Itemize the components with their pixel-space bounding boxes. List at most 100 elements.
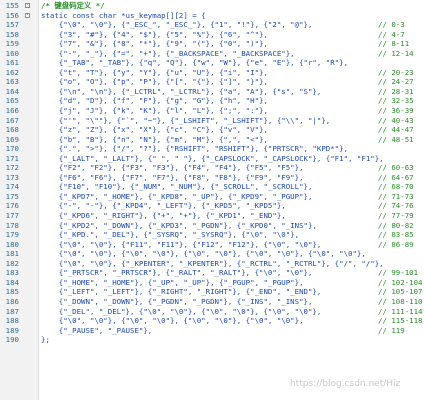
code-line[interactable]: 171 {"_LALT", "_LALT"}, {" ", " "}, {"_C… <box>0 154 425 164</box>
line-comment: // 108-110 <box>378 296 423 306</box>
code-line[interactable]: 173 {"F6", "F6"}, {"F7", "F7"}, {"F8", "… <box>0 173 425 183</box>
line-number: 184 <box>5 277 19 287</box>
line-comment: // 8-11 <box>378 39 410 49</box>
code-line[interactable]: 180 {"\0", "\0"}, {"F11", "F11"}, {"F12"… <box>0 240 425 250</box>
line-number: 171 <box>5 153 19 163</box>
line-comment: // 48-51 <box>378 134 414 144</box>
line-number: 168 <box>5 125 19 135</box>
line-number: 165 <box>5 96 19 106</box>
code-line[interactable]: 158 {"3", "#"}, {"4", "$"}, {"5", "%"}, … <box>0 30 425 40</box>
line-comment: // 99-101 <box>378 268 419 278</box>
line-comment: // 28-31 <box>378 86 414 96</box>
fold-toggle-icon[interactable]: - <box>25 12 30 18</box>
code-text: {"\0", "\0"}, {"_KPENTER", "_KPENTER"}, … <box>41 258 384 268</box>
code-line[interactable]: 168 {"z", "Z"}, {"x", "X"}, {"c", "C"}, … <box>0 125 425 135</box>
code-text: {"o", "O"}, {"p", "P"}, {"[", "{"}, {"]"… <box>41 77 268 87</box>
code-text: {"_DEL", "_DEL"}, {"\0", "\0"}, {"\0", "… <box>41 306 322 316</box>
code-line[interactable]: 169 {"b", "B"}, {"n", "N"}, {"m", "M"}, … <box>0 135 425 145</box>
line-number: 185 <box>5 287 19 297</box>
code-text: }; <box>41 335 50 345</box>
line-comment: // 115-118 <box>378 316 423 326</box>
code-line[interactable]: 160 {"-", "_"}, {"=", "+"}, {"_BACKSPACE… <box>0 49 425 59</box>
code-line[interactable]: 185 {"_LEFT", "_LEFT"}, {"_RIGHT", "_RIG… <box>0 287 425 297</box>
line-comment: // 60-63 <box>378 163 414 173</box>
line-comment: // 64-67 <box>378 172 414 182</box>
line-comment: // 105-107 <box>378 287 423 297</box>
code-text: {"7", "&"}, {"8", "*"}, {"9", "("}, {"0"… <box>41 39 268 49</box>
code-text: {"F10", "F10"}, {"_NUM", "_NUM"}, {"_SCR… <box>41 182 313 192</box>
code-line[interactable]: 177 {"_KPD6", "_RIGHT"}, {"+", "+"}, {"_… <box>0 211 425 221</box>
code-text: {"3", "#"}, {"4", "$"}, {"5", "%"}, {"6"… <box>41 29 268 39</box>
line-number: 179 <box>5 230 19 240</box>
line-comment: // 80-82 <box>378 220 414 230</box>
line-comment: // 119 <box>378 325 405 335</box>
line-number: 160 <box>5 48 19 58</box>
line-number: 181 <box>5 249 19 259</box>
code-line[interactable]: 164 {"\n", "\n"}, {"_LCTRL", "_LCTRL"}, … <box>0 87 425 97</box>
code-line[interactable]: 183 {"_PRTSCR", "_PRTSCR"}, {"_RALT", "_… <box>0 268 425 278</box>
code-text: {"_KPD7", "_HOME"}, {"_KPD8", "_UP"}, {"… <box>41 191 313 201</box>
line-number: 187 <box>5 306 19 316</box>
code-line[interactable]: 155 - /* 键盘码定义 */ <box>0 1 425 11</box>
code-text: {"_KPD6", "_RIGHT"}, {"+", "+"}, {"_KPD1… <box>41 211 286 221</box>
code-line[interactable]: 190}; <box>0 335 425 345</box>
code-text: {"t", "T"}, {"y", "Y"}, {"u", "U"}, {"i"… <box>41 67 268 77</box>
code-line[interactable]: 187 {"_DEL", "_DEL"}, {"\0", "\0"}, {"\0… <box>0 307 425 317</box>
line-number: 188 <box>5 316 19 326</box>
line-number: 169 <box>5 134 19 144</box>
line-number: 167 <box>5 115 19 125</box>
code-text: {"'", "\""}, {"`", "~"}, {"_LSHIFT", "_L… <box>41 115 331 125</box>
line-number: 166 <box>5 106 19 116</box>
code-line[interactable]: 181 {"\0", "\0"}, {"\0", "\0"}, {"\0", "… <box>0 249 425 259</box>
line-number: 157 <box>5 20 19 30</box>
line-number: 159 <box>5 39 19 49</box>
code-line[interactable]: 186 {"_DOWN", "_DOWN"}, {"_PGDN", "_PGDN… <box>0 297 425 307</box>
code-line[interactable]: 161 {"_TAB", "_TAB"}, {"q", "Q"}, {"w", … <box>0 58 425 68</box>
line-number: 172 <box>5 163 19 173</box>
code-area[interactable]: 155-/* 键盘码定义 */156- static const char *us… <box>0 1 425 345</box>
code-line[interactable]: 176 {"-", "-"}, {"_KPD4", "_LEFT"}, {"_K… <box>0 201 425 211</box>
code-text: {"z", "Z"}, {"x", "X"}, {"c", "C"}, {"v"… <box>41 125 268 135</box>
code-line[interactable]: 157 {"\0", "\0"}, {"_ESC_", "_ESC_"}, {"… <box>0 20 425 30</box>
line-comment: // 24-27 <box>378 77 414 87</box>
code-line[interactable]: 162 {"t", "T"}, {"y", "Y"}, {"u", "U"}, … <box>0 68 425 78</box>
line-number: 190 <box>5 335 19 345</box>
code-editor[interactable]: 155-/* 键盘码定义 */156- static const char *us… <box>0 0 425 400</box>
line-comment: // 71-73 <box>378 191 414 201</box>
fold-toggle-icon[interactable]: - <box>25 3 30 8</box>
line-comment: // 40-43 <box>378 115 414 125</box>
code-line[interactable]: 174 {"F10", "F10"}, {"_NUM", "_NUM"}, {"… <box>0 182 425 192</box>
code-line[interactable]: 163 {"o", "O"}, {"p", "P"}, {"[", "{"}, … <box>0 77 425 87</box>
line-comment: // 4-7 <box>378 29 405 39</box>
line-number: 178 <box>5 220 19 230</box>
code-line[interactable]: 179 {"_KPD.", "_DEL"}, {"_SYSRQ", "_SYSR… <box>0 230 425 240</box>
code-line[interactable]: 178 {"_KPD2", "_DOWN"}, {"_KPD3", "_PGDN… <box>0 221 425 231</box>
code-line[interactable]: 165 {"d", "D"}, {"f", "F"}, {"g", "G"}, … <box>0 96 425 106</box>
line-number: 170 <box>5 144 19 154</box>
line-number: 162 <box>5 67 19 77</box>
line-comment: // 83-85 <box>378 230 414 240</box>
code-text: {"\n", "\n"}, {"_LCTRL", "_LCTRL"}, {"a"… <box>41 86 322 96</box>
code-line[interactable]: 175 {"_KPD7", "_HOME"}, {"_KPD8", "_UP"}… <box>0 192 425 202</box>
line-number: 180 <box>5 239 19 249</box>
line-comment: // 20-23 <box>378 67 414 77</box>
code-text: {"_LALT", "_LALT"}, {" ", " "}, {"_CAPSL… <box>41 153 384 163</box>
line-number: 174 <box>5 182 19 192</box>
line-number: 183 <box>5 268 19 278</box>
line-comment: // 36-39 <box>378 106 414 116</box>
code-line[interactable]: 166 {"j", "J"}, {"k", "K"}, {"l", "L"}, … <box>0 106 425 116</box>
code-line[interactable]: 182 {"\0", "\0"}, {"_KPENTER", "_KPENTER… <box>0 259 425 269</box>
line-number: 173 <box>5 172 19 182</box>
code-line[interactable]: 167 {"'", "\""}, {"`", "~"}, {"_LSHIFT",… <box>0 116 425 126</box>
code-text: {"_DOWN", "_DOWN"}, {"_PGDN", "_PGDN"}, … <box>41 296 313 306</box>
line-number: 158 <box>5 29 19 39</box>
line-comment: // 102-104 <box>378 277 423 287</box>
code-line[interactable]: 189 {"_PAUSE", "_PAUSE"}, // 119 <box>0 326 425 336</box>
code-line[interactable]: 156- static const char *us_keymap[][2] = … <box>0 11 425 21</box>
code-line[interactable]: 170 {".", ">"}, {"/", "?"}, {"RSHIFT", "… <box>0 144 425 154</box>
code-line[interactable]: 184 {"_HOME", "_HOME"}, {"_UP", "_UP"}, … <box>0 278 425 288</box>
code-line[interactable]: 159 {"7", "&"}, {"8", "*"}, {"9", "("}, … <box>0 39 425 49</box>
code-line[interactable]: 172 {"F2", "F2"}, {"F3", "F3"}, {"F4", "… <box>0 163 425 173</box>
code-line[interactable]: 188 {"\0", "\0"}, {"\0", "\0"}, {"\0", "… <box>0 316 425 326</box>
line-number: 163 <box>5 77 19 87</box>
